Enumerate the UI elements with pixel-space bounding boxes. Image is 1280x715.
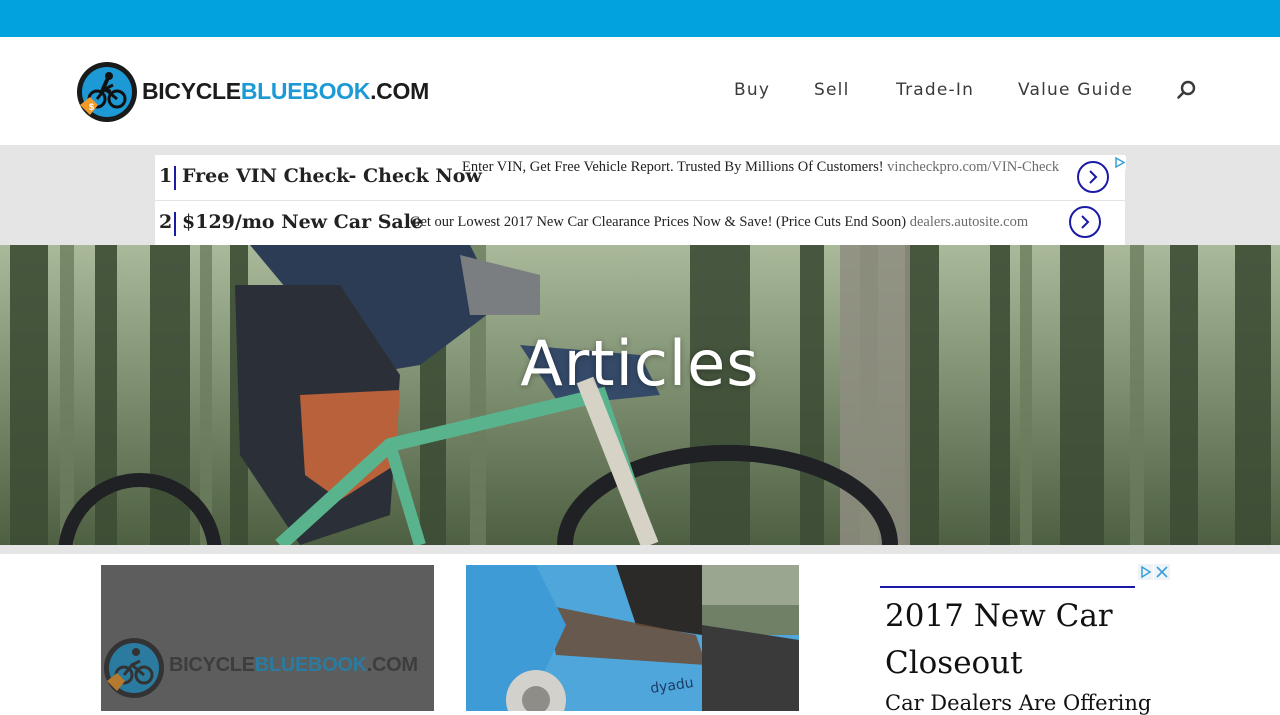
- ad-go-button[interactable]: [1069, 206, 1101, 238]
- logo-wordmark: BICYCLEBLUEBOOK.COM: [142, 78, 429, 105]
- ad-divider: [880, 586, 1135, 588]
- sidebar-ad[interactable]: 2017 New Car Closeout Car Dealers Are Of…: [880, 563, 1170, 715]
- ad-url[interactable]: dealers.autosite.com: [910, 214, 1028, 230]
- ad-url[interactable]: vincheckpro.com/VIN-Check: [887, 159, 1059, 175]
- ad-divider: [174, 166, 176, 190]
- ad-description-text: Enter VIN, Get Free Vehicle Report. Trus…: [462, 159, 884, 175]
- ad-title-link[interactable]: $129/mo New Car Sale: [182, 211, 423, 233]
- logo-text-suffix: .COM: [366, 654, 418, 676]
- card-placeholder-logo: BICYCLEBLUEBOOK.COM: [103, 637, 433, 698]
- ad-description: Enter VIN, Get Free Vehicle Report. Trus…: [462, 158, 1062, 177]
- nav-value-guide[interactable]: Value Guide: [1018, 80, 1133, 100]
- svg-text:$: $: [89, 102, 94, 112]
- ad-headline[interactable]: 2017 New Car Closeout: [885, 593, 1145, 687]
- ad-row[interactable]: 2 $129/mo New Car Sale Get our Lowest 20…: [155, 201, 1125, 245]
- page-title: Articles: [520, 326, 760, 400]
- article-card[interactable]: BICYCLEBLUEBOOK.COM: [101, 565, 434, 711]
- logo-text-blue: BLUEBOOK: [254, 654, 367, 676]
- logo-wordmark: BICYCLEBLUEBOOK.COM: [169, 654, 418, 677]
- ad-banner-area: 1 Free VIN Check- Check Now Enter VIN, G…: [0, 145, 1280, 245]
- logo-text-blue: BLUEBOOK: [240, 78, 371, 104]
- ad-title-link[interactable]: Free VIN Check- Check Now: [182, 165, 482, 187]
- logo-text-dark: BICYCLE: [142, 78, 241, 104]
- nav-buy[interactable]: Buy: [734, 80, 770, 100]
- logo-text-suffix: .COM: [370, 78, 429, 104]
- bike-frame-photo: dyadu: [466, 565, 799, 711]
- ad-description-text: Get our Lowest 2017 New Car Clearance Pr…: [410, 214, 907, 230]
- nav-trade-in[interactable]: Trade-In: [896, 80, 974, 100]
- section-divider: [0, 545, 1280, 554]
- ad-body-text: Car Dealers Are Offering: [885, 691, 1152, 715]
- site-header: $ BICYCLEBLUEBOOK.COM Buy Sell Trade-In …: [0, 37, 1280, 145]
- chevron-right-icon: [1089, 170, 1098, 184]
- ad-number: 1: [159, 165, 173, 187]
- article-card[interactable]: dyadu: [466, 565, 799, 711]
- ad-row[interactable]: 1 Free VIN Check- Check Now Enter VIN, G…: [155, 155, 1125, 201]
- ad-divider: [174, 212, 176, 236]
- adchoices-close-icon[interactable]: [1138, 564, 1170, 580]
- text-ad-unit: 1 Free VIN Check- Check Now Enter VIN, G…: [155, 155, 1126, 245]
- chevron-right-icon: [1081, 215, 1090, 229]
- hero-banner: Articles: [0, 245, 1280, 545]
- site-logo[interactable]: $ BICYCLEBLUEBOOK.COM: [76, 61, 429, 123]
- ad-go-button[interactable]: [1077, 161, 1109, 193]
- ad-description: Get our Lowest 2017 New Car Clearance Pr…: [410, 213, 1070, 232]
- top-accent-bar: [0, 0, 1280, 37]
- cyclist-logo-icon: $: [77, 62, 137, 122]
- nav-sell[interactable]: Sell: [814, 80, 850, 100]
- ad-number: 2: [159, 211, 173, 233]
- search-icon: [1177, 80, 1196, 99]
- logo-text-dark: BICYCLE: [169, 654, 255, 676]
- cyclist-logo-icon: [104, 638, 164, 698]
- search-button[interactable]: [1176, 79, 1198, 101]
